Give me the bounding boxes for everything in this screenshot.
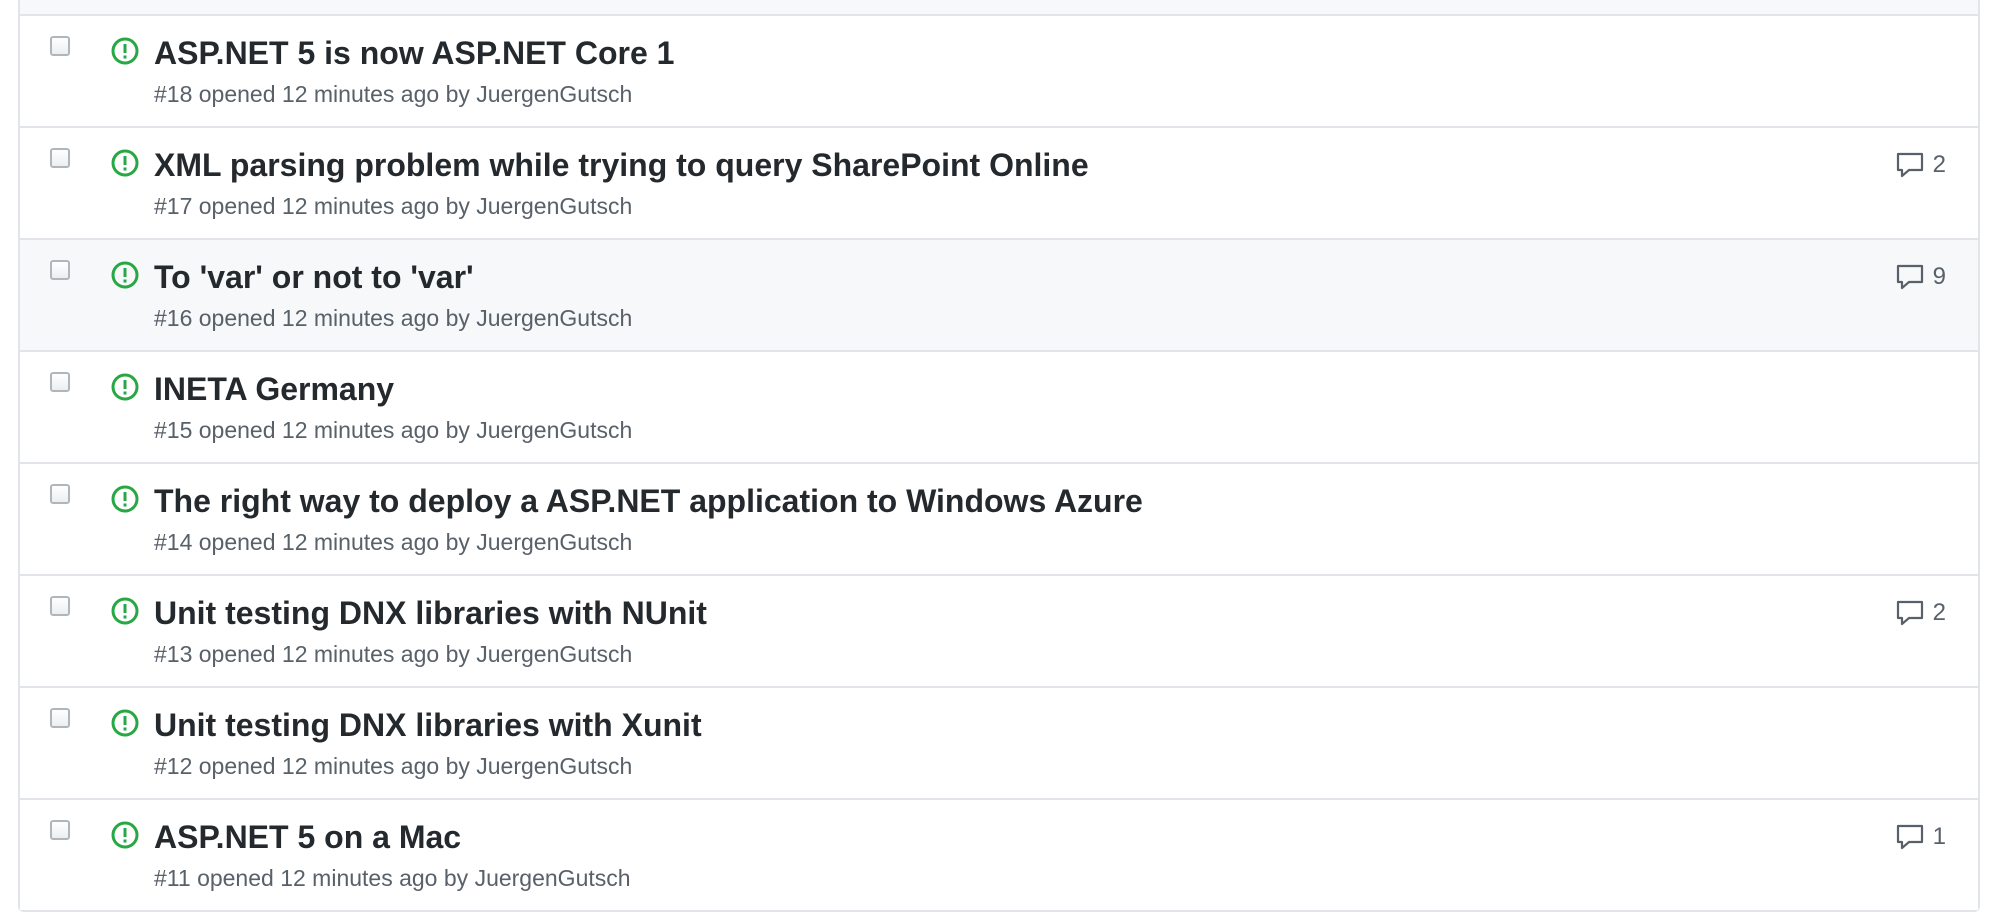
issue-title-link[interactable]: XML parsing problem while trying to quer… bbox=[154, 146, 1089, 184]
issue-title-link[interactable]: Unit testing DNX libraries with Xunit bbox=[154, 706, 702, 744]
select-checkbox[interactable] bbox=[50, 372, 70, 392]
issue-number: #11 bbox=[154, 865, 191, 891]
issue-author-link[interactable]: JuergenGutsch bbox=[475, 865, 631, 891]
issue-opened-icon bbox=[111, 821, 139, 849]
issue-author-link[interactable]: JuergenGutsch bbox=[476, 753, 632, 779]
issue-row: INETA Germany #15 opened 12 minutes ago … bbox=[20, 352, 1978, 464]
comment-count: 2 bbox=[1932, 151, 1946, 178]
issue-opened-icon bbox=[111, 149, 139, 177]
comment-count-link[interactable]: 2 bbox=[1895, 150, 1946, 180]
issue-number: #15 bbox=[154, 417, 193, 443]
select-checkbox[interactable] bbox=[50, 148, 70, 168]
issues-list-header bbox=[20, 0, 1978, 16]
issue-opened-time: opened 12 minutes ago bbox=[198, 529, 440, 555]
issue-opened-icon bbox=[111, 373, 139, 401]
issue-number: #13 bbox=[154, 641, 193, 667]
issue-number: #16 bbox=[154, 305, 193, 331]
issue-meta: #13 opened 12 minutes ago by JuergenGuts… bbox=[154, 640, 632, 668]
issue-opened-time: opened 12 minutes ago bbox=[198, 417, 440, 443]
issue-opened-icon bbox=[111, 709, 139, 737]
issue-meta: #15 opened 12 minutes ago by JuergenGuts… bbox=[154, 416, 632, 444]
comment-count-link[interactable]: 1 bbox=[1895, 822, 1946, 852]
issue-author-link[interactable]: JuergenGutsch bbox=[476, 305, 632, 331]
issues-list: ASP.NET 5 is now ASP.NET Core 1 #18 open… bbox=[18, 0, 1980, 912]
issue-number: #18 bbox=[154, 81, 193, 107]
comment-count-link[interactable]: 2 bbox=[1895, 598, 1946, 628]
comment-count-link[interactable]: 9 bbox=[1895, 262, 1946, 292]
issue-by: by bbox=[445, 193, 470, 219]
select-checkbox[interactable] bbox=[50, 260, 70, 280]
issue-by: by bbox=[445, 641, 470, 667]
comment-count: 2 bbox=[1932, 599, 1946, 626]
issue-title-link[interactable]: INETA Germany bbox=[154, 370, 394, 408]
issue-row: Unit testing DNX libraries with Xunit #1… bbox=[20, 688, 1978, 800]
issue-opened-time: opened 12 minutes ago bbox=[198, 193, 440, 219]
issue-opened-time: opened 12 minutes ago bbox=[198, 81, 440, 107]
select-checkbox[interactable] bbox=[50, 36, 70, 56]
issue-author-link[interactable]: JuergenGutsch bbox=[476, 529, 632, 555]
issue-row: ASP.NET 5 on a Mac #11 opened 12 minutes… bbox=[20, 800, 1978, 910]
issue-by: by bbox=[443, 865, 469, 891]
issue-by: by bbox=[445, 305, 470, 331]
comment-count: 1 bbox=[1932, 823, 1946, 850]
issue-meta: #18 opened 12 minutes ago by JuergenGuts… bbox=[154, 80, 632, 108]
select-checkbox[interactable] bbox=[50, 596, 70, 616]
issue-meta: #12 opened 12 minutes ago by JuergenGuts… bbox=[154, 752, 632, 780]
issue-opened-icon bbox=[111, 37, 139, 65]
issue-row: The right way to deploy a ASP.NET applic… bbox=[20, 464, 1978, 576]
issue-opened-time: opened 12 minutes ago bbox=[198, 753, 440, 779]
issue-meta: #17 opened 12 minutes ago by JuergenGuts… bbox=[154, 192, 632, 220]
comment-icon bbox=[1896, 600, 1923, 626]
issue-number: #12 bbox=[154, 753, 193, 779]
issue-opened-icon bbox=[111, 597, 139, 625]
issue-row: Unit testing DNX libraries with NUnit #1… bbox=[20, 576, 1978, 688]
issue-opened-icon bbox=[111, 261, 139, 289]
issue-by: by bbox=[445, 81, 470, 107]
issue-author-link[interactable]: JuergenGutsch bbox=[476, 417, 632, 443]
issue-meta: #11 opened 12 minutes ago by JuergenGuts… bbox=[154, 864, 631, 892]
issue-by: by bbox=[445, 753, 470, 779]
issue-author-link[interactable]: JuergenGutsch bbox=[476, 193, 632, 219]
comment-icon bbox=[1896, 824, 1923, 850]
comment-icon bbox=[1896, 152, 1923, 178]
issue-title-link[interactable]: ASP.NET 5 is now ASP.NET Core 1 bbox=[154, 34, 674, 72]
issue-author-link[interactable]: JuergenGutsch bbox=[476, 81, 632, 107]
issue-opened-icon bbox=[111, 485, 139, 513]
issue-title-link[interactable]: To 'var' or not to 'var' bbox=[154, 258, 474, 296]
issue-by: by bbox=[445, 529, 470, 555]
issue-title-link[interactable]: The right way to deploy a ASP.NET applic… bbox=[154, 482, 1143, 520]
issue-title-link[interactable]: Unit testing DNX libraries with NUnit bbox=[154, 594, 707, 632]
issue-opened-time: opened 12 minutes ago bbox=[198, 305, 440, 331]
issue-author-link[interactable]: JuergenGutsch bbox=[476, 641, 632, 667]
issue-meta: #14 opened 12 minutes ago by JuergenGuts… bbox=[154, 528, 632, 556]
select-checkbox[interactable] bbox=[50, 484, 70, 504]
issue-number: #17 bbox=[154, 193, 193, 219]
issue-title-link[interactable]: ASP.NET 5 on a Mac bbox=[154, 818, 461, 856]
comment-count: 9 bbox=[1932, 263, 1946, 290]
issue-row: XML parsing problem while trying to quer… bbox=[20, 128, 1978, 240]
issue-opened-time: opened 12 minutes ago bbox=[198, 641, 440, 667]
issue-row: To 'var' or not to 'var' #16 opened 12 m… bbox=[20, 240, 1978, 352]
issue-opened-time: opened 12 minutes ago bbox=[197, 865, 438, 891]
comment-icon bbox=[1896, 264, 1923, 290]
issue-by: by bbox=[445, 417, 470, 443]
issue-meta: #16 opened 12 minutes ago by JuergenGuts… bbox=[154, 304, 632, 332]
select-checkbox[interactable] bbox=[50, 708, 70, 728]
issue-row: ASP.NET 5 is now ASP.NET Core 1 #18 open… bbox=[20, 16, 1978, 128]
select-checkbox[interactable] bbox=[50, 820, 70, 840]
issue-number: #14 bbox=[154, 529, 193, 555]
